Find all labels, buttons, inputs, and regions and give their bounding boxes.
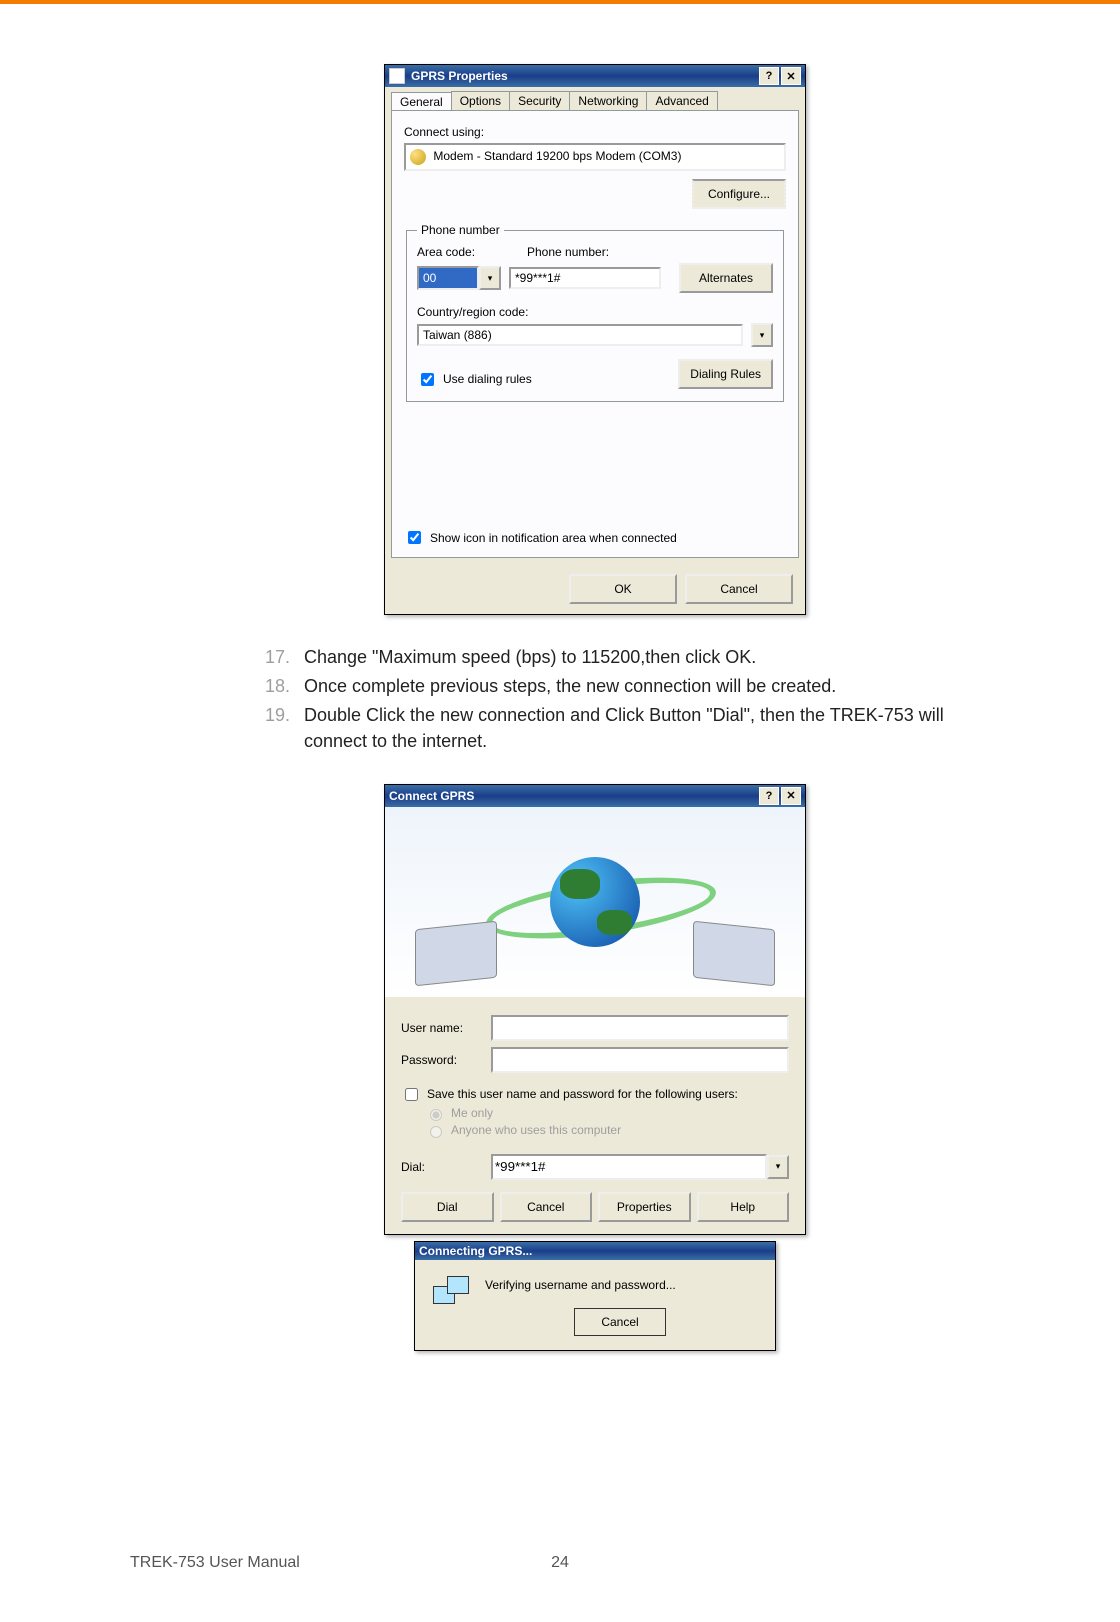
titlebar[interactable]: GPRS Properties ? ✕	[385, 65, 805, 87]
dialog-title: GPRS Properties	[411, 69, 508, 83]
titlebar[interactable]: Connect GPRS ? ✕	[385, 785, 805, 807]
step-number: 17.	[250, 645, 290, 670]
cancel-button[interactable]: Cancel	[574, 1308, 666, 1336]
tab-panel-general: Connect using: Modem - Standard 19200 bp…	[391, 110, 799, 558]
save-credentials-checkbox[interactable]: Save this user name and password for the…	[401, 1085, 789, 1104]
anyone-input	[430, 1126, 442, 1138]
password-input[interactable]	[491, 1047, 789, 1073]
dial-input[interactable]	[491, 1154, 767, 1180]
modem-icon	[410, 149, 426, 165]
step-text: Once complete previous steps, the new co…	[304, 674, 990, 699]
area-code-input[interactable]	[417, 266, 479, 290]
username-label: User name:	[401, 1021, 491, 1035]
step-number: 18.	[250, 674, 290, 699]
gprs-properties-dialog: GPRS Properties ? ✕ General Options Secu…	[384, 64, 806, 615]
tab-general[interactable]: General	[391, 92, 452, 111]
area-code-dropdown-icon[interactable]: ▾	[479, 266, 501, 290]
dialog-title: Connect GPRS	[389, 789, 474, 803]
tab-strip: General Options Security Networking Adva…	[385, 91, 805, 110]
help-button[interactable]: ?	[759, 67, 779, 85]
anyone-radio: Anyone who uses this computer	[425, 1123, 789, 1138]
help-button[interactable]: ?	[759, 787, 779, 805]
use-dialing-rules-label: Use dialing rules	[443, 372, 532, 386]
connect-using-label: Connect using:	[404, 125, 786, 139]
network-icon	[433, 1276, 469, 1306]
country-select[interactable]	[417, 324, 743, 346]
close-button[interactable]: ✕	[781, 787, 801, 805]
me-only-label: Me only	[451, 1106, 493, 1120]
password-label: Password:	[401, 1053, 491, 1067]
country-label: Country/region code:	[417, 305, 773, 319]
step-18: 18. Once complete previous steps, the ne…	[250, 674, 990, 699]
show-icon-label: Show icon in notification area when conn…	[430, 531, 677, 545]
page-footer: TREK-753 User Manual 24	[130, 1554, 990, 1572]
laptop-right-icon	[693, 920, 775, 986]
step-text: Double Click the new connection and Clic…	[304, 703, 990, 753]
step-17: 17. Change "Maximum speed (bps) to 11520…	[250, 645, 990, 670]
globe-icon	[550, 857, 640, 947]
dialing-rules-button[interactable]: Dialing Rules	[678, 359, 773, 389]
me-only-radio: Me only	[425, 1106, 789, 1121]
phone-number-label: Phone number:	[527, 245, 609, 259]
save-credentials-input[interactable]	[405, 1088, 418, 1101]
dialog-body: Verifying username and password... Cance…	[415, 1260, 775, 1350]
anyone-label: Anyone who uses this computer	[451, 1123, 621, 1137]
alternates-button[interactable]: Alternates	[679, 263, 773, 293]
properties-button[interactable]: Properties	[598, 1192, 691, 1222]
instruction-list: 17. Change "Maximum speed (bps) to 11520…	[200, 645, 990, 754]
dial-label: Dial:	[401, 1160, 491, 1174]
modem-value: Modem - Standard 19200 bps Modem (COM3)	[433, 149, 681, 163]
use-dialing-rules-input[interactable]	[421, 373, 434, 386]
ok-button[interactable]: OK	[569, 574, 677, 604]
step-number: 19.	[250, 703, 290, 753]
show-icon-input[interactable]	[408, 531, 421, 544]
tab-security[interactable]: Security	[509, 91, 570, 110]
cancel-button[interactable]: Cancel	[500, 1192, 593, 1222]
dialog-body: User name: Password: Save this user name…	[385, 997, 805, 1234]
close-button[interactable]: ✕	[781, 67, 801, 85]
app-icon	[389, 68, 405, 84]
step-19: 19. Double Click the new connection and …	[250, 703, 990, 753]
configure-button[interactable]: Configure...	[692, 179, 786, 209]
country-dropdown-icon[interactable]: ▾	[751, 323, 773, 347]
help-button[interactable]: Help	[697, 1192, 790, 1222]
show-icon-checkbox[interactable]: Show icon in notification area when conn…	[404, 528, 677, 547]
use-dialing-rules-checkbox[interactable]: Use dialing rules	[417, 370, 532, 389]
modem-listbox[interactable]: Modem - Standard 19200 bps Modem (COM3)	[404, 143, 786, 171]
save-credentials-label: Save this user name and password for the…	[427, 1087, 738, 1101]
me-only-input	[430, 1109, 442, 1121]
page-number: 24	[551, 1554, 569, 1572]
step-text: Change "Maximum speed (bps) to 115200,th…	[304, 645, 990, 670]
titlebar[interactable]: Connecting GPRS...	[415, 1242, 775, 1260]
phone-group-legend: Phone number	[417, 223, 504, 237]
area-code-label: Area code:	[417, 245, 497, 259]
tab-options[interactable]: Options	[451, 91, 510, 110]
connect-gprs-dialog: Connect GPRS ? ✕ User name: Password:	[384, 784, 806, 1235]
dialog-title: Connecting GPRS...	[419, 1244, 532, 1258]
phone-number-group: Phone number Area code: Phone number: ▾ …	[406, 223, 784, 402]
status-message: Verifying username and password...	[485, 1278, 676, 1292]
dial-dropdown-icon[interactable]: ▾	[767, 1155, 789, 1179]
connection-illustration	[385, 807, 805, 997]
cancel-button[interactable]: Cancel	[685, 574, 793, 604]
dial-button[interactable]: Dial	[401, 1192, 494, 1222]
tab-networking[interactable]: Networking	[569, 91, 647, 110]
laptop-left-icon	[415, 920, 497, 986]
tab-advanced[interactable]: Advanced	[646, 91, 717, 110]
phone-number-input[interactable]	[509, 267, 661, 289]
connecting-gprs-dialog: Connecting GPRS... Verifying username an…	[414, 1241, 776, 1351]
dialog-footer: OK Cancel	[385, 564, 805, 614]
username-input[interactable]	[491, 1015, 789, 1041]
manual-title: TREK-753 User Manual	[130, 1554, 300, 1572]
